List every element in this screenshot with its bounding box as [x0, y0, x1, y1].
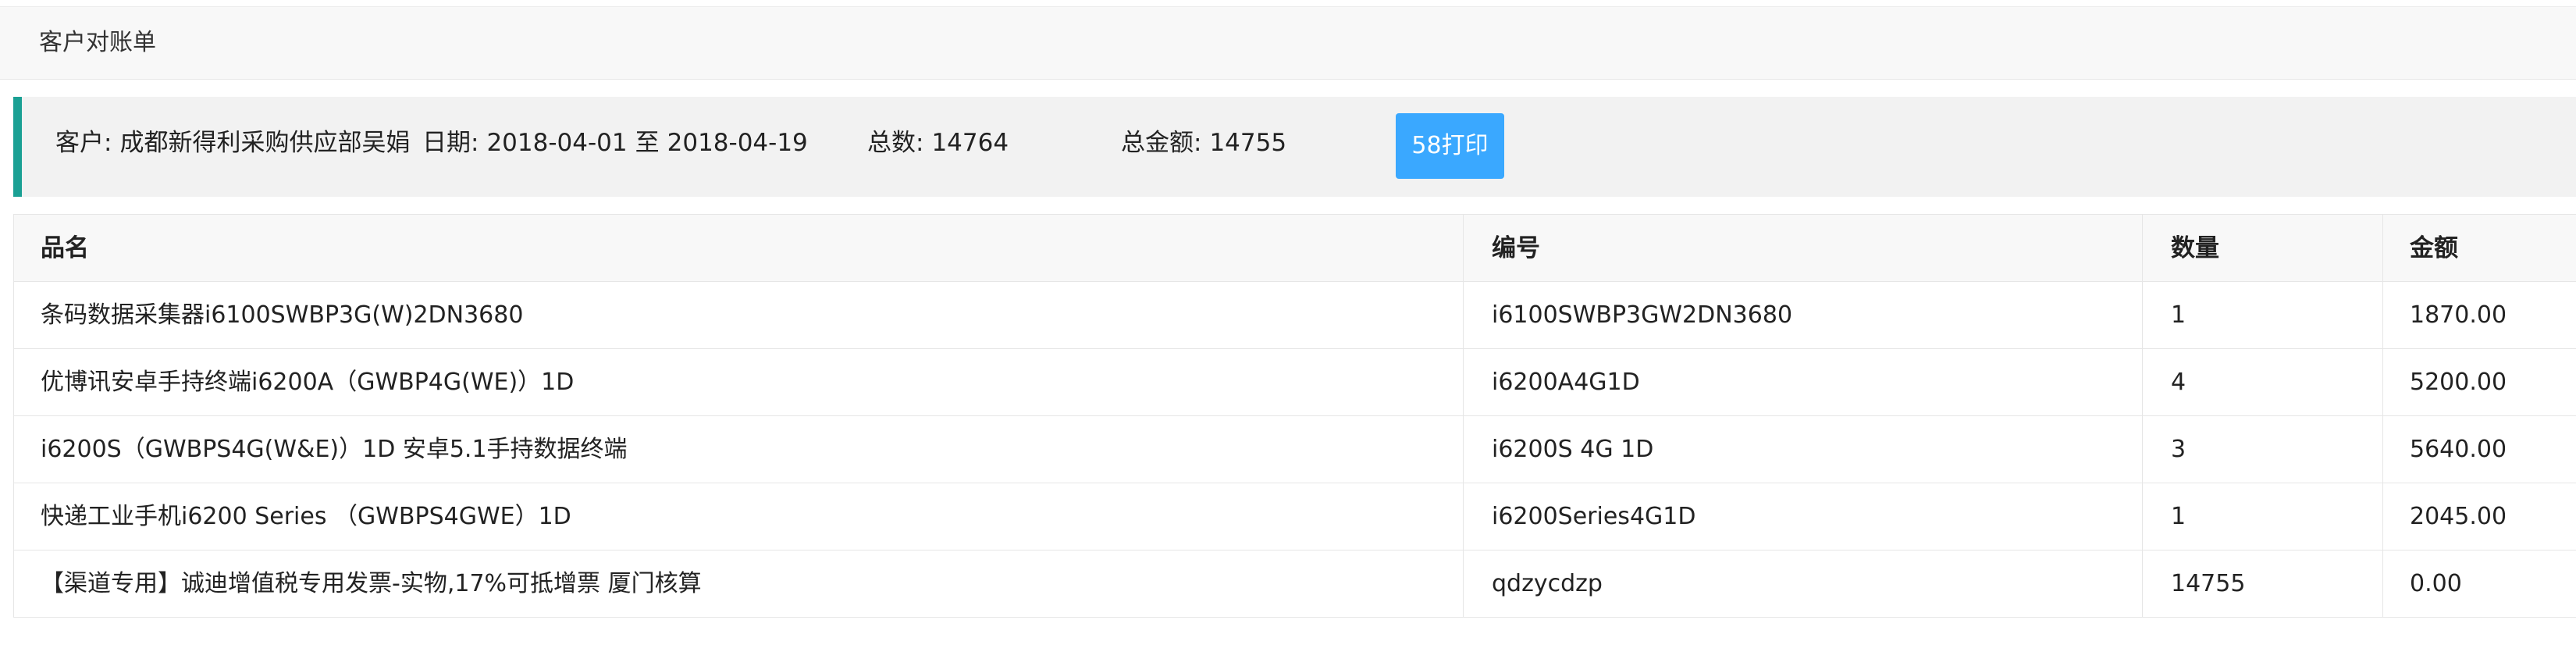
print-58-button[interactable]: 58打印	[1396, 113, 1504, 179]
amount-cell: 2045.00	[2382, 483, 2576, 550]
product-code-cell: i6100SWBP3GW2DN3680	[1463, 281, 2143, 349]
statement-table: 品名 编号 数量 金额 条码数据采集器i6100SWBP3G(W)2DN3680…	[13, 214, 2576, 618]
column-header-product-name: 品名	[13, 214, 1464, 282]
amount-cell: 5200.00	[2382, 348, 2576, 416]
quantity-cell: 14755	[2142, 550, 2383, 618]
product-code-cell: i6200Series4G1D	[1463, 483, 2143, 550]
column-header-code: 编号	[1463, 214, 2143, 282]
product-code-cell: i6200A4G1D	[1463, 348, 2143, 416]
amount-cell: 1870.00	[2382, 281, 2576, 349]
amount-cell: 5640.00	[2382, 415, 2576, 483]
date-separator: 至	[635, 129, 660, 157]
product-name-cell: 条码数据采集器i6100SWBP3G(W)2DN3680	[13, 281, 1464, 349]
product-name-cell: 优博讯安卓手持终端i6200A（GWBP4G(WE)）1D	[13, 348, 1464, 416]
customer-value: 成都新得利采购供应部吴娟	[119, 129, 411, 157]
count-value: 14764	[931, 129, 1009, 157]
amount-label: 总金额:	[1121, 129, 1202, 157]
quantity-cell: 3	[2142, 415, 2383, 483]
table-row: 条码数据采集器i6100SWBP3G(W)2DN3680 i6100SWBP3G…	[13, 281, 2576, 349]
count-label: 总数:	[867, 129, 924, 157]
page-title: 客户对账单	[39, 29, 156, 56]
product-name-cell: 【渠道专用】诚迪增值税专用发票-实物,17%可抵增票 厦门核算	[13, 550, 1464, 618]
statement-table-wrap: 品名 编号 数量 金额 条码数据采集器i6100SWBP3G(W)2DN3680…	[13, 214, 2576, 618]
quantity-cell: 1	[2142, 281, 2383, 349]
table-row: 【渠道专用】诚迪增值税专用发票-实物,17%可抵增票 厦门核算 qdzycdzp…	[13, 550, 2576, 618]
statement-page: 客户对账单 客户: 成都新得利采购供应部吴娟 日期: 2018-04-01 至 2018…	[0, 0, 2576, 652]
product-code-cell: qdzycdzp	[1463, 550, 2143, 618]
quantity-cell: 4	[2142, 348, 2383, 416]
product-code-cell: i6200S 4G 1D	[1463, 415, 2143, 483]
date-start: 2018-04-01	[486, 129, 628, 157]
count-summary: 总数: 14764	[867, 128, 1009, 158]
column-header-quantity: 数量	[2142, 214, 2383, 282]
table-row: 快递工业手机i6200 Series （GWBPS4GWE）1D i6200Se…	[13, 483, 2576, 550]
product-name-cell: i6200S（GWBPS4G(W&E)）1D 安卓5.1手持数据终端	[13, 415, 1464, 483]
summary-bar: 客户: 成都新得利采购供应部吴娟 日期: 2018-04-01 至 2018-04-19…	[13, 97, 2576, 197]
page-header: 客户对账单	[0, 6, 2576, 80]
date-summary: 日期: 2018-04-01 至 2018-04-19	[422, 128, 808, 158]
table-row: 优博讯安卓手持终端i6200A（GWBP4G(WE)）1D i6200A4G1D…	[13, 348, 2576, 416]
date-end: 2018-04-19	[667, 129, 808, 157]
table-header-row: 品名 编号 数量 金额	[13, 214, 2576, 282]
date-label: 日期:	[422, 129, 479, 157]
amount-value: 14755	[1209, 129, 1287, 157]
amount-cell: 0.00	[2382, 550, 2576, 618]
quantity-cell: 1	[2142, 483, 2383, 550]
amount-summary: 总金额: 14755	[1121, 128, 1286, 158]
customer-label: 客户:	[55, 129, 112, 157]
table-row: i6200S（GWBPS4G(W&E)）1D 安卓5.1手持数据终端 i6200…	[13, 415, 2576, 483]
column-header-amount: 金额	[2382, 214, 2576, 282]
product-name-cell: 快递工业手机i6200 Series （GWBPS4GWE）1D	[13, 483, 1464, 550]
customer-summary: 客户: 成都新得利采购供应部吴娟	[55, 128, 410, 158]
